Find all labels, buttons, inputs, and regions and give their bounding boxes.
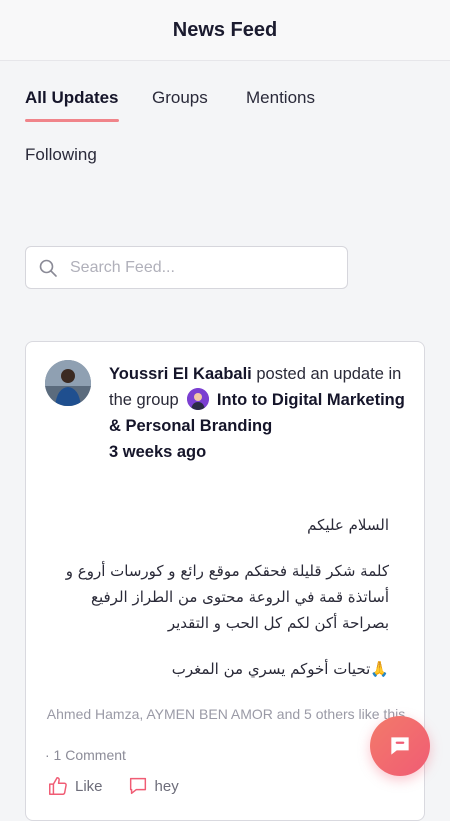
top-bar: News Feed: [0, 0, 450, 61]
post-body: السلام عليكم كلمة شكر قليلة فحقكم موقع ر…: [45, 512, 389, 702]
search-box: [25, 246, 348, 289]
chat-icon: [391, 737, 409, 755]
post-author[interactable]: Youssri El Kaabali: [109, 365, 252, 383]
activity-post: Youssri El Kaabali posted an update in t…: [25, 341, 425, 821]
likes-summary[interactable]: Ahmed Hamza, AYMEN BEN AMOR and 5 others…: [46, 705, 406, 723]
search-input[interactable]: [68, 257, 322, 278]
tab-mentions[interactable]: Mentions: [246, 88, 315, 122]
comments-count[interactable]: · 1 Comment: [45, 747, 126, 763]
like-label: Like: [75, 777, 103, 795]
post-actions: Like hey: [47, 775, 203, 797]
thumbs-up-icon: [49, 777, 67, 795]
comment-icon: [129, 777, 146, 795]
page-title: News Feed: [172, 18, 278, 41]
avatar[interactable]: [45, 360, 91, 406]
tab-following[interactable]: Following: [25, 145, 97, 179]
tab-groups[interactable]: Groups: [152, 88, 208, 122]
post-header: Youssri El Kaabali posted an update in t…: [109, 361, 409, 465]
messages-fab-button[interactable]: [370, 716, 430, 776]
post-paragraph: السلام عليكم: [307, 516, 389, 534]
post-paragraph: 🙏تحيات أخوكم يسري من المغرب: [171, 660, 389, 678]
like-button[interactable]: Like: [47, 775, 103, 797]
comment-label: hey: [154, 777, 179, 795]
tab-all-updates[interactable]: All Updates: [25, 88, 119, 122]
post-timestamp[interactable]: 3 weeks ago: [109, 439, 409, 465]
group-avatar-icon: [187, 388, 210, 410]
search-icon: [39, 259, 57, 277]
comment-button[interactable]: hey: [127, 775, 179, 797]
post-paragraph: كلمة شكر قليلة فحقكم موقع رائع و كورسات …: [65, 562, 389, 632]
